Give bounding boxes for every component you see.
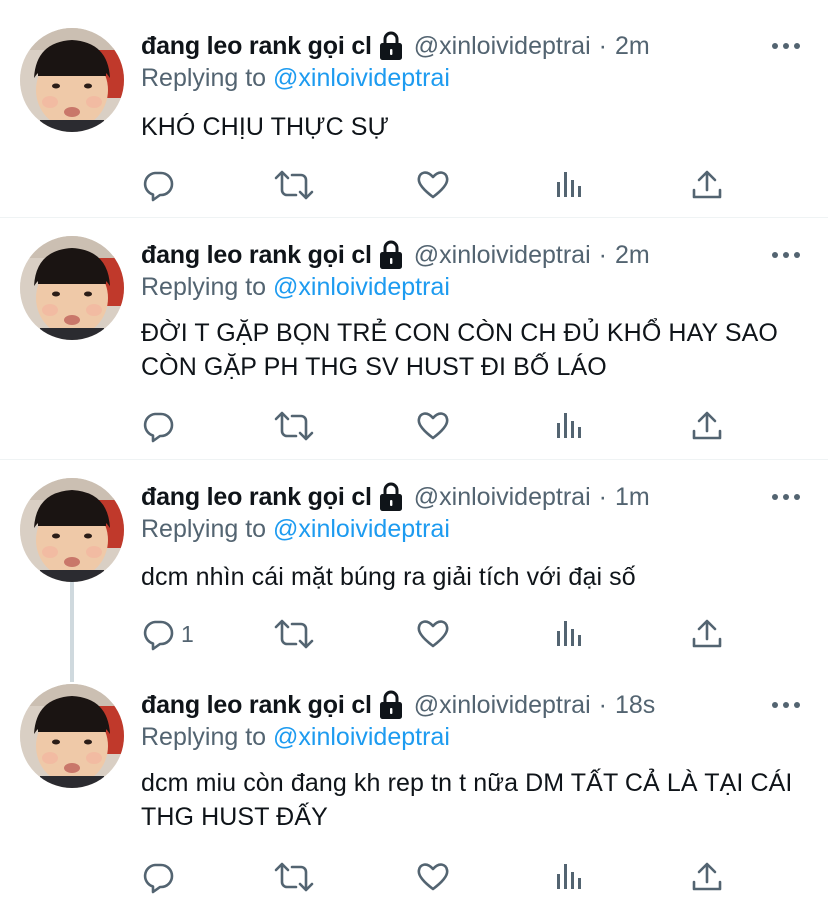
display-name[interactable]: đang leo rank gọi cl: [141, 32, 372, 61]
tweet-header: đang leo rank gọi cl @xinloivideptrai · …: [141, 479, 650, 515]
more-icon[interactable]: [772, 250, 800, 260]
reply-icon: [141, 617, 175, 651]
retweet-icon: [274, 860, 314, 894]
analytics-button[interactable]: [553, 617, 587, 651]
display-name[interactable]: đang leo rank gọi cl: [141, 483, 372, 512]
user-handle[interactable]: @xinloivideptrai: [414, 691, 591, 720]
replying-to-label: Replying to: [141, 723, 267, 751]
user-handle[interactable]: @xinloivideptrai: [414, 483, 591, 512]
like-icon: [416, 168, 450, 202]
timestamp[interactable]: 2m: [615, 241, 650, 270]
retweet-button[interactable]: [274, 617, 314, 651]
separator-dot: ·: [598, 482, 607, 511]
tweet-header: đang leo rank gọi cl @xinloivideptrai · …: [141, 28, 650, 64]
lock-icon: [378, 482, 404, 512]
tweet-actions: 1: [141, 617, 741, 651]
lock-icon: [378, 240, 404, 270]
avatar[interactable]: [20, 684, 124, 788]
replying-to-mention[interactable]: @xinloivideptrai: [273, 64, 450, 92]
replying-to-mention[interactable]: @xinloivideptrai: [273, 723, 450, 751]
retweet-icon: [274, 409, 314, 443]
tweet-actions: [141, 860, 741, 894]
analytics-icon: [553, 168, 587, 202]
display-name[interactable]: đang leo rank gọi cl: [141, 691, 372, 720]
tweet-actions: [141, 168, 741, 202]
retweet-button[interactable]: [274, 860, 314, 894]
reply-icon: [141, 860, 175, 894]
retweet-icon: [274, 168, 314, 202]
reply-button[interactable]: [141, 409, 181, 443]
replying-to: Replying to @xinloivideptrai: [141, 515, 450, 544]
timestamp[interactable]: 2m: [615, 32, 650, 61]
tweet-header: đang leo rank gọi cl @xinloivideptrai · …: [141, 687, 655, 723]
tweet-3[interactable]: đang leo rank gọi cl @xinloivideptrai · …: [0, 460, 828, 668]
more-icon[interactable]: [772, 41, 800, 51]
like-icon: [416, 409, 450, 443]
replying-to-label: Replying to: [141, 64, 267, 92]
like-button[interactable]: [416, 409, 450, 443]
share-icon: [690, 860, 724, 894]
share-icon: [690, 617, 724, 651]
replying-to: Replying to @xinloivideptrai: [141, 64, 450, 93]
user-handle[interactable]: @xinloivideptrai: [414, 32, 591, 61]
share-button[interactable]: [690, 409, 724, 443]
analytics-icon: [553, 617, 587, 651]
avatar[interactable]: [20, 236, 124, 340]
share-icon: [690, 409, 724, 443]
analytics-button[interactable]: [553, 168, 587, 202]
lock-icon: [378, 690, 404, 720]
timestamp[interactable]: 1m: [615, 483, 650, 512]
tweet-text: KHÓ CHỊU THỰC SỰ: [141, 113, 390, 141]
analytics-icon: [553, 409, 587, 443]
tweet-header: đang leo rank gọi cl @xinloivideptrai · …: [141, 237, 650, 273]
separator-dot: ·: [598, 31, 607, 60]
avatar[interactable]: [20, 478, 124, 582]
like-button[interactable]: [416, 168, 450, 202]
share-button[interactable]: [690, 860, 724, 894]
tweet-text: dcm miu còn đang kh rep tn t nữa DM TẤT …: [141, 769, 793, 831]
share-icon: [690, 168, 724, 202]
tweet-4[interactable]: đang leo rank gọi cl @xinloivideptrai · …: [0, 668, 828, 905]
share-button[interactable]: [690, 617, 724, 651]
replying-to-label: Replying to: [141, 515, 267, 543]
reply-button[interactable]: [141, 168, 181, 202]
reply-button[interactable]: 1: [141, 617, 194, 651]
like-icon: [416, 617, 450, 651]
separator-dot: ·: [598, 240, 607, 269]
replying-to: Replying to @xinloivideptrai: [141, 273, 450, 302]
more-icon[interactable]: [772, 492, 800, 502]
analytics-icon: [553, 860, 587, 894]
retweet-button[interactable]: [274, 409, 314, 443]
more-icon[interactable]: [772, 700, 800, 710]
replying-to-mention[interactable]: @xinloivideptrai: [273, 515, 450, 543]
lock-icon: [378, 31, 404, 61]
like-button[interactable]: [416, 860, 450, 894]
reply-button[interactable]: [141, 860, 181, 894]
replying-to-label: Replying to: [141, 273, 267, 301]
like-button[interactable]: [416, 617, 450, 651]
reply-icon: [141, 168, 175, 202]
retweet-button[interactable]: [274, 168, 314, 202]
analytics-button[interactable]: [553, 860, 587, 894]
replying-to: Replying to @xinloivideptrai: [141, 723, 450, 752]
timestamp[interactable]: 18s: [615, 691, 655, 720]
share-button[interactable]: [690, 168, 724, 202]
tweet-2[interactable]: đang leo rank gọi cl @xinloivideptrai · …: [0, 218, 828, 460]
user-handle[interactable]: @xinloivideptrai: [414, 241, 591, 270]
separator-dot: ·: [598, 690, 607, 719]
tweet-text: ĐỜI T GẶP BỌN TRẺ CON CÒN CH ĐỦ KHỔ HAY …: [141, 319, 778, 381]
tweet-1[interactable]: đang leo rank gọi cl @xinloivideptrai · …: [0, 0, 828, 218]
retweet-icon: [274, 617, 314, 651]
replying-to-mention[interactable]: @xinloivideptrai: [273, 273, 450, 301]
reply-count: 1: [181, 620, 194, 647]
avatar[interactable]: [20, 28, 124, 132]
tweet-actions: [141, 409, 741, 443]
like-icon: [416, 860, 450, 894]
display-name[interactable]: đang leo rank gọi cl: [141, 241, 372, 270]
analytics-button[interactable]: [553, 409, 587, 443]
tweet-text: dcm nhìn cái mặt búng ra giải tích với đ…: [141, 563, 636, 591]
reply-icon: [141, 409, 175, 443]
